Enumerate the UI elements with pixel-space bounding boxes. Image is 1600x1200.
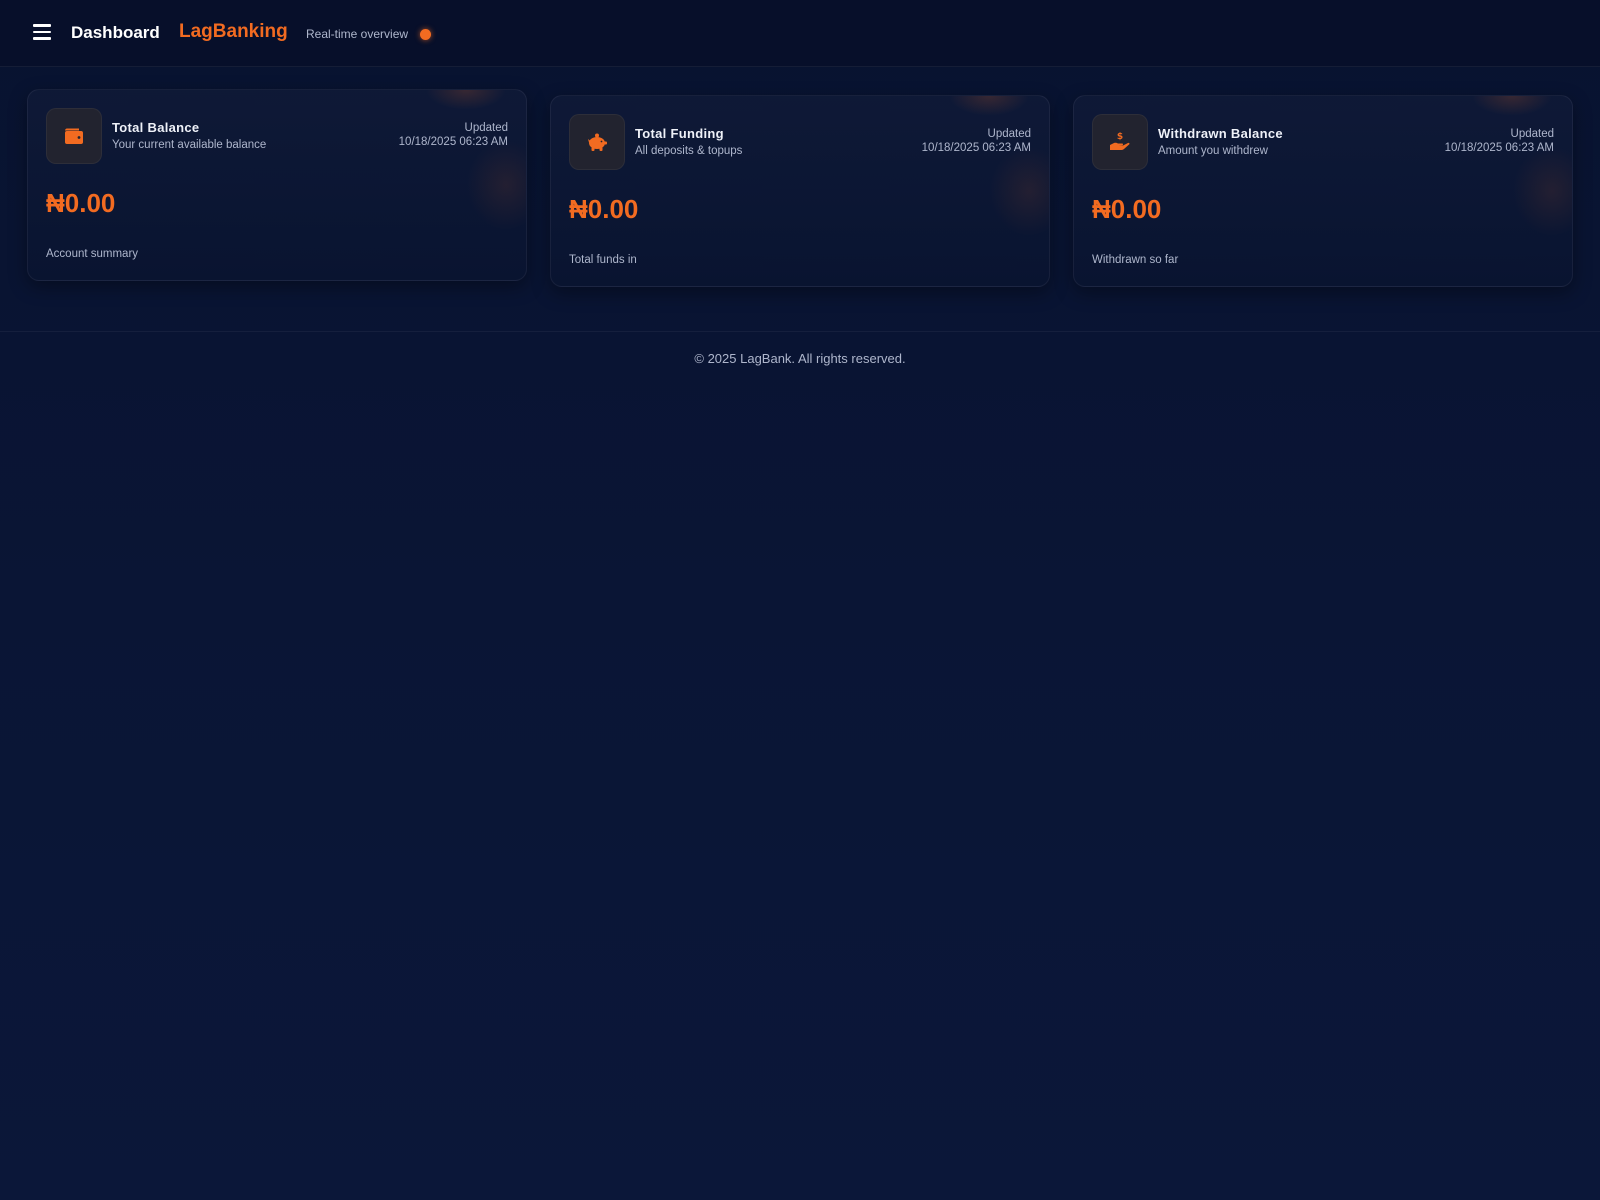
updated-label: Updated — [464, 122, 508, 134]
withdrawn-balance-card: $ Withdrawn Balance Amount you withdrew … — [1073, 95, 1573, 287]
balance-amount: ₦0.00 — [46, 188, 116, 218]
copyright-text: © 2025 LagBank. All rights reserved. — [694, 351, 906, 366]
updated-label: Updated — [1510, 128, 1554, 140]
card-footer: Total funds in — [569, 254, 637, 266]
footer-divider — [0, 331, 1600, 332]
updated-timestamp: 10/18/2025 06:23 AM — [921, 142, 1031, 154]
header-subtitle: Real-time overview — [306, 27, 409, 41]
funding-amount: ₦0.00 — [569, 194, 639, 224]
updated-timestamp: 10/18/2025 06:23 AM — [1444, 142, 1554, 154]
piggy-bank-icon — [569, 114, 625, 170]
hamburger-menu-icon[interactable] — [32, 22, 52, 42]
card-description: Amount you withdrew — [1158, 145, 1268, 157]
svg-text:$: $ — [1117, 132, 1123, 142]
card-footer: Account summary — [46, 248, 139, 260]
wallet-icon — [46, 108, 102, 164]
page-title: Dashboard — [71, 23, 160, 42]
hand-holding-dollar-icon: $ — [1092, 114, 1148, 170]
live-indicator-icon — [420, 29, 431, 40]
card-description: All deposits & topups — [635, 145, 743, 157]
total-funding-card: Total Funding All deposits & topups Upda… — [550, 95, 1050, 287]
brand-name[interactable]: LagBanking — [179, 21, 288, 43]
top-bar: Dashboard LagBanking Real-time overview — [0, 0, 1600, 67]
card-title: Total Balance — [112, 120, 200, 135]
card-footer: Withdrawn so far — [1092, 254, 1179, 266]
updated-label: Updated — [987, 128, 1031, 140]
card-description: Your current available balance — [112, 139, 267, 151]
updated-timestamp: 10/18/2025 06:23 AM — [398, 136, 508, 148]
withdrawn-amount: ₦0.00 — [1092, 194, 1162, 224]
total-balance-card: Total Balance Your current available bal… — [27, 89, 527, 281]
card-title: Withdrawn Balance — [1158, 126, 1283, 141]
card-title: Total Funding — [635, 126, 724, 141]
